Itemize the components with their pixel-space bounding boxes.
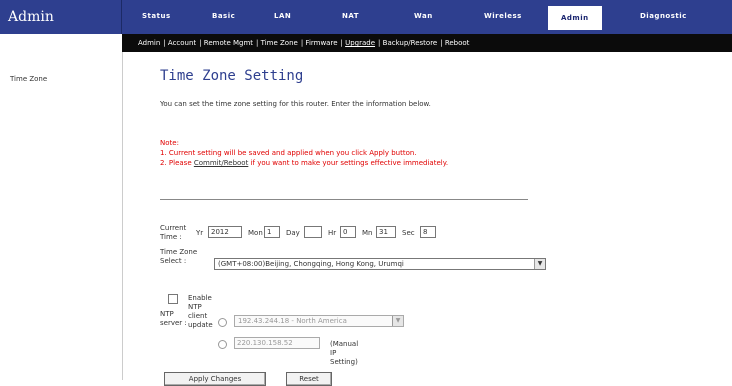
ntp-manual-label: (Manual IP Setting) bbox=[330, 340, 359, 366]
subnav-backup-restore[interactable]: Backup/Restore bbox=[383, 39, 438, 47]
tab-wireless[interactable]: Wireless bbox=[484, 12, 522, 20]
time-zone-value: (GMT+08:00)Beijing, Chongqing, Hong Kong… bbox=[218, 260, 404, 268]
tab-admin[interactable]: Admin bbox=[548, 6, 602, 30]
subnav-time-zone[interactable]: Time Zone bbox=[261, 39, 298, 47]
time-zone-select[interactable]: (GMT+08:00)Beijing, Chongqing, Hong Kong… bbox=[214, 258, 546, 270]
commit-reboot-link[interactable]: Commit/Reboot bbox=[194, 159, 248, 167]
tab-basic[interactable]: Basic bbox=[212, 12, 235, 20]
page-title: Time Zone Setting bbox=[160, 68, 304, 84]
logo: Admin bbox=[0, 0, 122, 34]
month-label: Mon bbox=[248, 229, 263, 237]
sidebar-item-time-zone[interactable]: Time Zone bbox=[10, 75, 47, 83]
ntp-server-label: NTP server : bbox=[160, 310, 187, 327]
main-nav: Status Basic LAN NAT Wan Wireless Admin … bbox=[122, 0, 732, 34]
year-label: Yr bbox=[196, 229, 204, 237]
tab-lan[interactable]: LAN bbox=[274, 12, 291, 20]
reset-button[interactable]: Reset bbox=[286, 372, 332, 386]
hour-input[interactable]: 0 bbox=[340, 226, 356, 238]
ntp-server-value: 192.43.244.18 - North America bbox=[238, 317, 347, 325]
chevron-down-icon: ▼ bbox=[534, 259, 545, 269]
subnav-firmware[interactable]: Firmware bbox=[305, 39, 337, 47]
tab-status[interactable]: Status bbox=[142, 12, 171, 20]
tab-diagnostic[interactable]: Diagnostic bbox=[640, 12, 687, 20]
time-zone-label: Time Zone Select : bbox=[160, 248, 198, 265]
month-input[interactable]: 1 bbox=[264, 226, 280, 238]
minute-label: Mn bbox=[362, 229, 373, 237]
apply-changes-button[interactable]: Apply Changes bbox=[164, 372, 266, 386]
note-line-1: 1. Current setting will be saved and app… bbox=[160, 149, 417, 157]
second-input[interactable]: 8 bbox=[420, 226, 436, 238]
page-description: You can set the time zone setting for th… bbox=[160, 100, 431, 108]
note-heading: Note: bbox=[160, 139, 179, 147]
subnav-account[interactable]: Account bbox=[168, 39, 196, 47]
sub-nav: Admin | Account | Remote Mgmt | Time Zone | … bbox=[122, 34, 732, 52]
day-label: Day bbox=[286, 229, 300, 237]
subnav-admin[interactable]: Admin bbox=[138, 39, 160, 47]
ntp-server-list-radio[interactable] bbox=[218, 318, 227, 327]
chevron-down-icon: ▼ bbox=[392, 316, 403, 326]
hour-label: Hr bbox=[328, 229, 337, 237]
sidebar: Time Zone bbox=[0, 52, 123, 380]
year-input[interactable]: 2012 bbox=[208, 226, 242, 238]
second-label: Sec bbox=[402, 229, 415, 237]
tab-wan[interactable]: Wan bbox=[414, 12, 433, 20]
subnav-reboot[interactable]: Reboot bbox=[445, 39, 470, 47]
ntp-manual-radio[interactable] bbox=[218, 340, 227, 349]
note-2-prefix: 2. Please bbox=[160, 159, 194, 167]
note-2-suffix: if you want to make your settings effect… bbox=[248, 159, 449, 167]
enable-ntp-checkbox[interactable] bbox=[168, 294, 178, 304]
note-block: Note: 1. Current setting will be saved a… bbox=[160, 138, 540, 168]
divider bbox=[160, 199, 528, 200]
ntp-manual-ip-input[interactable]: 220.130.158.52 bbox=[234, 337, 320, 349]
subnav-remote-mgmt[interactable]: Remote Mgmt bbox=[204, 39, 253, 47]
note-line-2: 2. Please Commit/Reboot if you want to m… bbox=[160, 158, 540, 168]
current-time-label: Current Time : bbox=[160, 224, 187, 241]
minute-input[interactable]: 31 bbox=[376, 226, 396, 238]
subnav-upgrade[interactable]: Upgrade bbox=[345, 39, 375, 47]
tab-nat[interactable]: NAT bbox=[342, 12, 359, 20]
day-input[interactable] bbox=[304, 226, 322, 238]
ntp-server-select[interactable]: 192.43.244.18 - North America ▼ bbox=[234, 315, 404, 327]
